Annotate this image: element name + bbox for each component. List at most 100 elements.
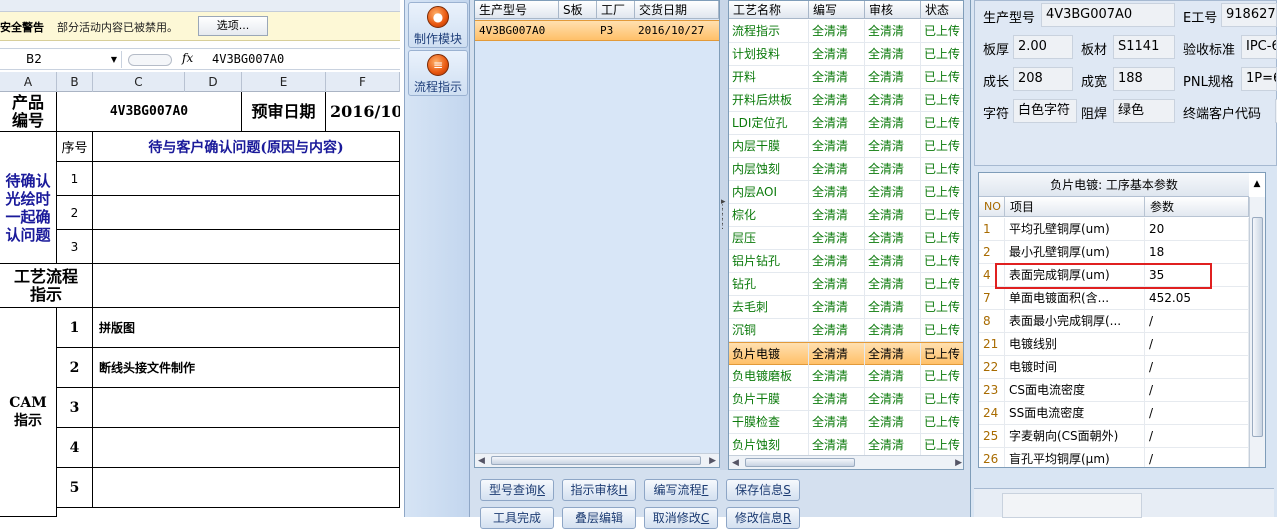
grid-header[interactable]: NO xyxy=(979,197,1005,217)
table-row[interactable]: 26 盲孔平均铜厚(μm) / xyxy=(979,448,1249,467)
thickness-field[interactable]: 2.00 xyxy=(1013,35,1073,59)
confirm-row-cell[interactable] xyxy=(93,230,400,264)
process-instruction-label[interactable]: 工艺流程 指示 xyxy=(0,264,93,308)
seq-label[interactable]: 序号 xyxy=(57,132,93,162)
grid-header[interactable]: 项目 xyxy=(1005,197,1145,217)
table-row[interactable]: 棕化 全清清 全清清 已上传 xyxy=(729,204,963,227)
cam-row-text[interactable] xyxy=(93,388,400,428)
table-row[interactable]: LDI定位孔 全清清 全清清 已上传 xyxy=(729,112,963,135)
grid-header[interactable]: 交货日期 xyxy=(635,1,719,19)
cam-row-text[interactable] xyxy=(93,468,400,508)
scroll-thumb[interactable] xyxy=(491,456,701,465)
column-header[interactable]: D xyxy=(185,72,242,92)
cam-row-no[interactable]: 1 xyxy=(57,308,93,348)
table-row[interactable]: 25 字麦朝向(CS面朝外) / xyxy=(979,425,1249,448)
grid-header[interactable]: 工艺名称 xyxy=(729,1,809,19)
chevron-up-icon[interactable]: ▲ xyxy=(1250,177,1264,191)
table-row[interactable]: 22 电镀时间 / xyxy=(979,356,1249,379)
confirm-row-cell[interactable] xyxy=(93,196,400,230)
grid-header[interactable]: 参数 xyxy=(1145,197,1249,217)
cam-row-no[interactable]: 5 xyxy=(57,468,93,508)
table-row[interactable]: 8 表面最小完成铜厚(... / xyxy=(979,310,1249,333)
confirm-issues-label[interactable]: 待确认 光绘时 一起确 认问题 xyxy=(0,152,57,264)
table-row[interactable]: 铝片钻孔 全清清 全清清 已上传 xyxy=(729,250,963,273)
function-icon[interactable]: fx xyxy=(182,51,193,65)
process-instruction-cell[interactable] xyxy=(93,264,400,308)
splitter-handle[interactable]: ▸::::: xyxy=(720,0,728,470)
write-flow-button[interactable]: 编写流程F xyxy=(644,479,718,501)
cam-row-no[interactable]: 2 xyxy=(57,348,93,388)
table-row[interactable]: 钻孔 全清清 全清清 已上传 xyxy=(729,273,963,296)
table-row[interactable]: 负片干膜 全清清 全清清 已上传 xyxy=(729,388,963,411)
scroll-right-icon[interactable]: ▶ xyxy=(955,456,962,469)
grid-header[interactable]: S板 xyxy=(559,1,597,19)
table-row[interactable]: 开料 全清清 全清清 已上传 xyxy=(729,66,963,89)
scroll-thumb[interactable] xyxy=(1252,217,1263,437)
confirm-row-no[interactable]: 1 xyxy=(57,162,93,196)
formula-input[interactable]: 4V3BG007A0 xyxy=(212,51,284,68)
grid-header[interactable]: 状态 xyxy=(921,1,963,19)
table-row[interactable]: 流程指示 全清清 全清清 已上传 xyxy=(729,20,963,43)
table-row[interactable]: 2 最小孔壁铜厚(um) 18 xyxy=(979,241,1249,264)
cam-row-text[interactable]: 断线头接文件制作 xyxy=(93,348,400,388)
solder-mask-field[interactable]: 绿色 xyxy=(1113,99,1175,123)
table-row[interactable]: 内层干膜 全清清 全清清 已上传 xyxy=(729,135,963,158)
review-date-label[interactable]: 预审日期 xyxy=(242,92,326,132)
cam-row-text[interactable]: 拼版图 xyxy=(93,308,400,348)
grid-header[interactable]: 生产型号 xyxy=(475,1,559,19)
table-row[interactable]: 7 单面电镀面积(含... 452.05 xyxy=(979,287,1249,310)
chevron-down-icon[interactable]: ▼ xyxy=(111,51,117,68)
width-field[interactable]: 188 xyxy=(1113,67,1175,91)
length-field[interactable]: 208 xyxy=(1013,67,1073,91)
flow-instruction-button[interactable]: ≡ 流程指示 xyxy=(408,50,468,96)
column-header[interactable]: E xyxy=(242,72,326,92)
grid-header[interactable]: 审核 xyxy=(865,1,921,19)
issues-header[interactable]: 待与客户确认问题(原因与内容) xyxy=(93,132,400,162)
table-row[interactable]: 24 SS面电流密度 / xyxy=(979,402,1249,425)
table-row[interactable]: 1 平均孔壁铜厚(um) 20 xyxy=(979,218,1249,241)
table-row[interactable]: 去毛刺 全清清 全清清 已上传 xyxy=(729,296,963,319)
model-query-button[interactable]: 型号查询K xyxy=(480,479,554,501)
pnl-field[interactable]: 1P=6 xyxy=(1241,67,1277,91)
scroll-thumb[interactable] xyxy=(745,458,855,467)
table-row[interactable]: 负片电镀 全清清 全清清 已上传 xyxy=(729,342,963,365)
table-row[interactable]: 沉铜 全清清 全清清 已上传 xyxy=(729,319,963,342)
cam-instruction-label[interactable]: CAM 指示 xyxy=(0,308,57,517)
table-row[interactable]: 内层AOI 全清清 全清清 已上传 xyxy=(729,181,963,204)
table-row[interactable]: 负片蚀刻 全清清 全清清 已上传 xyxy=(729,434,963,457)
table-row[interactable]: 负电镀磨板 全清清 全清清 已上传 xyxy=(729,365,963,388)
product-no-value[interactable]: 4V3BG007A0 xyxy=(57,92,242,132)
product-no-label[interactable]: 产品 编号 xyxy=(0,92,57,132)
table-row[interactable]: 层压 全清清 全清清 已上传 xyxy=(729,227,963,250)
column-header[interactable]: C xyxy=(93,72,185,92)
cam-row-no[interactable]: 3 xyxy=(57,388,93,428)
table-row[interactable]: 4V3BG007A0 P3 2016/10/27 xyxy=(475,20,719,41)
make-module-button[interactable]: ● 制作模块 xyxy=(408,2,468,48)
table-row[interactable]: 21 电镀线别 / xyxy=(979,333,1249,356)
instruction-review-button[interactable]: 指示审核H xyxy=(562,479,636,501)
material-field[interactable]: S1141 xyxy=(1113,35,1175,59)
table-row[interactable]: 干膜检查 全清清 全清清 已上传 xyxy=(729,411,963,434)
cancel-edit-button[interactable]: 取消修改C xyxy=(644,507,718,529)
tool-complete-button[interactable]: 工具完成 xyxy=(480,507,554,529)
table-row[interactable]: 23 CS面电流密度 / xyxy=(979,379,1249,402)
table-row[interactable]: 内层蚀刻 全清清 全清清 已上传 xyxy=(729,158,963,181)
confirm-row-no[interactable]: 2 xyxy=(57,196,93,230)
employee-id-field[interactable]: 918627 xyxy=(1221,3,1277,27)
grid-header[interactable]: 工厂 xyxy=(597,1,635,19)
confirm-row-cell[interactable] xyxy=(93,162,400,196)
scroll-left-icon[interactable]: ◀ xyxy=(732,456,739,469)
vertical-scrollbar[interactable] xyxy=(1249,197,1265,467)
horizontal-scrollbar[interactable]: ◀ ▶ xyxy=(729,455,963,469)
cam-row-no[interactable]: 4 xyxy=(57,428,93,468)
review-date-value[interactable]: 2016/10/ xyxy=(326,92,400,132)
grid-header[interactable]: 编写 xyxy=(809,1,865,19)
standard-field[interactable]: IPC-6 xyxy=(1241,35,1277,59)
cam-row-text[interactable] xyxy=(93,428,400,468)
column-header[interactable]: B xyxy=(57,72,93,92)
table-row[interactable]: 计划投料 全清清 全清清 已上传 xyxy=(729,43,963,66)
model-field[interactable]: 4V3BG007A0 xyxy=(1041,3,1175,27)
modify-info-button[interactable]: 修改信息R xyxy=(726,507,800,529)
scroll-right-icon[interactable]: ▶ xyxy=(709,454,716,468)
horizontal-scrollbar[interactable]: ◀ ▶ xyxy=(475,453,719,467)
